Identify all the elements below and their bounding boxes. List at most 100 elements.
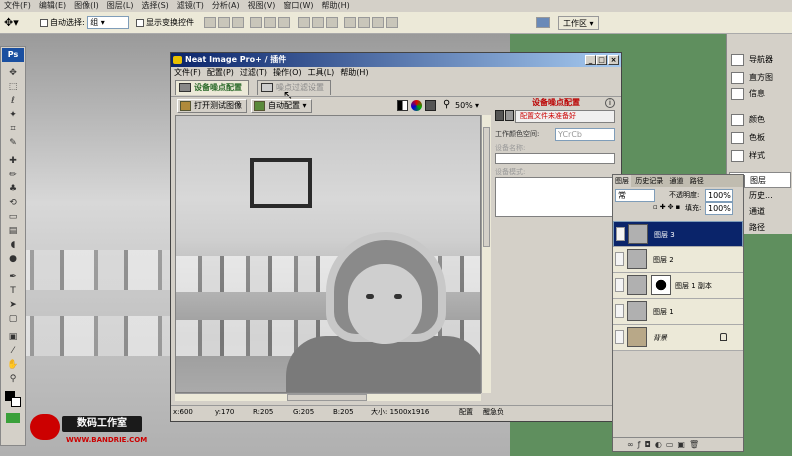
- menu-filter[interactable]: 滤镜(T): [173, 0, 208, 12]
- lasso-tool-icon[interactable]: ℓ: [5, 95, 21, 107]
- dock-styles[interactable]: 样式: [729, 148, 791, 164]
- link-layers-icon[interactable]: ∞: [627, 440, 638, 449]
- tab-history[interactable]: 历史记录: [633, 175, 665, 187]
- align-right-icon[interactable]: [278, 17, 290, 28]
- type-tool-icon[interactable]: T: [5, 285, 21, 297]
- device-name-field[interactable]: [495, 153, 615, 164]
- show-transform-option[interactable]: 显示变换控件: [136, 16, 194, 30]
- menu-layer[interactable]: 图层(L): [103, 0, 138, 12]
- preview-vertical-scrollbar[interactable]: [481, 115, 491, 393]
- menu-view[interactable]: 视图(V): [244, 0, 280, 12]
- dialog-menu-profile[interactable]: 配置(P): [204, 67, 237, 79]
- menu-window[interactable]: 窗口(W): [279, 0, 317, 12]
- background-color-swatch[interactable]: [11, 397, 21, 407]
- distribute-bottom-icon[interactable]: [326, 17, 338, 28]
- layer-row[interactable]: 图层 3: [613, 221, 743, 247]
- align-bottom-icon[interactable]: [232, 17, 244, 28]
- zoom-icon[interactable]: ⚲: [443, 99, 450, 110]
- dialog-menu-help[interactable]: 帮助(H): [337, 67, 371, 79]
- profile-icon[interactable]: [495, 110, 504, 121]
- zoom-dropdown-icon[interactable]: ▾: [475, 101, 479, 110]
- visibility-eye-icon[interactable]: [615, 278, 624, 292]
- auto-select-dropdown[interactable]: 组 ▾: [87, 16, 130, 29]
- align-center-icon[interactable]: [264, 17, 276, 28]
- distribute-center-icon[interactable]: [358, 17, 370, 28]
- preview-horizontal-scrollbar[interactable]: [175, 393, 481, 401]
- align-top-icon[interactable]: [204, 17, 216, 28]
- crop-tool-icon[interactable]: ⌗: [5, 123, 21, 135]
- workspace-button[interactable]: 工作区 ▾: [558, 16, 599, 30]
- visibility-eye-icon[interactable]: [615, 304, 624, 318]
- magic-wand-tool-icon[interactable]: ✦: [5, 109, 21, 121]
- maximize-button[interactable]: □: [596, 55, 607, 65]
- visibility-eye-icon[interactable]: [615, 330, 624, 344]
- dock-navigator[interactable]: 导航器: [729, 52, 791, 68]
- layer-row[interactable]: 背景: [613, 325, 743, 351]
- profile-save-icon[interactable]: [505, 110, 514, 121]
- auto-select-checkbox[interactable]: [40, 18, 48, 27]
- menu-help[interactable]: 帮助(H): [318, 0, 354, 12]
- delete-layer-icon[interactable]: 🗑: [689, 440, 703, 449]
- menu-image[interactable]: 图像(I): [70, 0, 103, 12]
- gradient-tool-icon[interactable]: ▤: [5, 225, 21, 237]
- align-left-icon[interactable]: [250, 17, 262, 28]
- menu-file[interactable]: 文件(F): [0, 0, 35, 12]
- visibility-eye-icon[interactable]: [616, 227, 625, 241]
- distribute-top-icon[interactable]: [298, 17, 310, 28]
- pen-tool-icon[interactable]: ✒: [5, 271, 21, 283]
- tab-paths[interactable]: 路径: [688, 175, 706, 187]
- clone-stamp-icon[interactable]: ♣: [5, 183, 21, 195]
- close-button[interactable]: ×: [608, 55, 619, 65]
- blur-tool-icon[interactable]: ◖: [5, 239, 21, 251]
- visibility-eye-icon[interactable]: [615, 252, 624, 266]
- layer-row[interactable]: 图层 2: [613, 247, 743, 273]
- show-transform-checkbox[interactable]: [136, 18, 144, 27]
- lock-icons[interactable]: ▫✚✥▪: [653, 203, 682, 211]
- layer-row[interactable]: 图层 1 副本: [613, 273, 743, 299]
- dock-histogram[interactable]: 直方图: [729, 70, 791, 86]
- dodge-tool-icon[interactable]: ●: [5, 253, 21, 265]
- slice-tool-icon[interactable]: ✎: [5, 137, 21, 149]
- history-brush-icon[interactable]: ⟲: [5, 197, 21, 209]
- minimize-button[interactable]: _: [585, 55, 596, 65]
- healing-brush-icon[interactable]: ✚: [5, 155, 21, 167]
- image-preview[interactable]: [175, 115, 481, 393]
- move-tool-preset[interactable]: ✥▾: [4, 16, 26, 30]
- tab-device-noise-profile[interactable]: 设备噪点配置: [175, 80, 249, 95]
- layer-row[interactable]: 图层 1: [613, 299, 743, 325]
- menu-analysis[interactable]: 分析(A): [208, 0, 244, 12]
- scrollbar-thumb[interactable]: [483, 127, 490, 247]
- scrollbar-thumb[interactable]: [287, 394, 367, 401]
- auto-profile-button[interactable]: 自动配置 ▾: [251, 99, 312, 113]
- auto-align-icon[interactable]: [386, 17, 398, 28]
- blend-mode-dropdown[interactable]: 常: [615, 189, 655, 202]
- shape-tool-icon[interactable]: ▢: [5, 313, 21, 325]
- auto-select-option[interactable]: 自动选择: 组 ▾: [40, 16, 130, 30]
- eraser-tool-icon[interactable]: ▭: [5, 211, 21, 223]
- device-mode-field[interactable]: [495, 177, 615, 217]
- eyedropper-icon[interactable]: ⁄: [5, 345, 21, 357]
- color-space-dropdown[interactable]: YCrCb: [555, 128, 615, 141]
- dialog-title-bar[interactable]: Neat Image Pro+ / 插件 _ □ ×: [171, 53, 621, 67]
- layer-mask-thumbnail[interactable]: [651, 275, 671, 295]
- distribute-middle-icon[interactable]: [312, 17, 324, 28]
- path-selection-icon[interactable]: ➤: [5, 299, 21, 311]
- tab-layers[interactable]: 图层: [613, 175, 631, 187]
- hand-tool-icon[interactable]: ✋: [5, 359, 21, 371]
- channel-view-icon[interactable]: [425, 100, 436, 111]
- info-icon[interactable]: i: [605, 98, 615, 108]
- view-mode-icon[interactable]: [397, 100, 408, 111]
- brush-tool-icon[interactable]: ✏: [5, 169, 21, 181]
- dialog-menu-file[interactable]: 文件(F): [171, 67, 204, 79]
- tab-noise-filter-settings[interactable]: 噪点过滤设置: [257, 80, 331, 95]
- dialog-menu-action[interactable]: 操作(O): [270, 67, 305, 79]
- dialog-menu-filter[interactable]: 过滤(T): [237, 67, 270, 79]
- dialog-menu-tools[interactable]: 工具(L): [305, 67, 338, 79]
- marquee-tool-icon[interactable]: ⬚: [5, 81, 21, 93]
- new-layer-icon[interactable]: ▣: [677, 440, 689, 449]
- dock-color[interactable]: 颜色: [729, 112, 791, 128]
- distribute-left-icon[interactable]: [344, 17, 356, 28]
- noise-sample-selection[interactable]: [250, 158, 312, 208]
- zoom-tool-icon[interactable]: ⚲: [5, 373, 21, 385]
- dock-swatches[interactable]: 色板: [729, 130, 791, 146]
